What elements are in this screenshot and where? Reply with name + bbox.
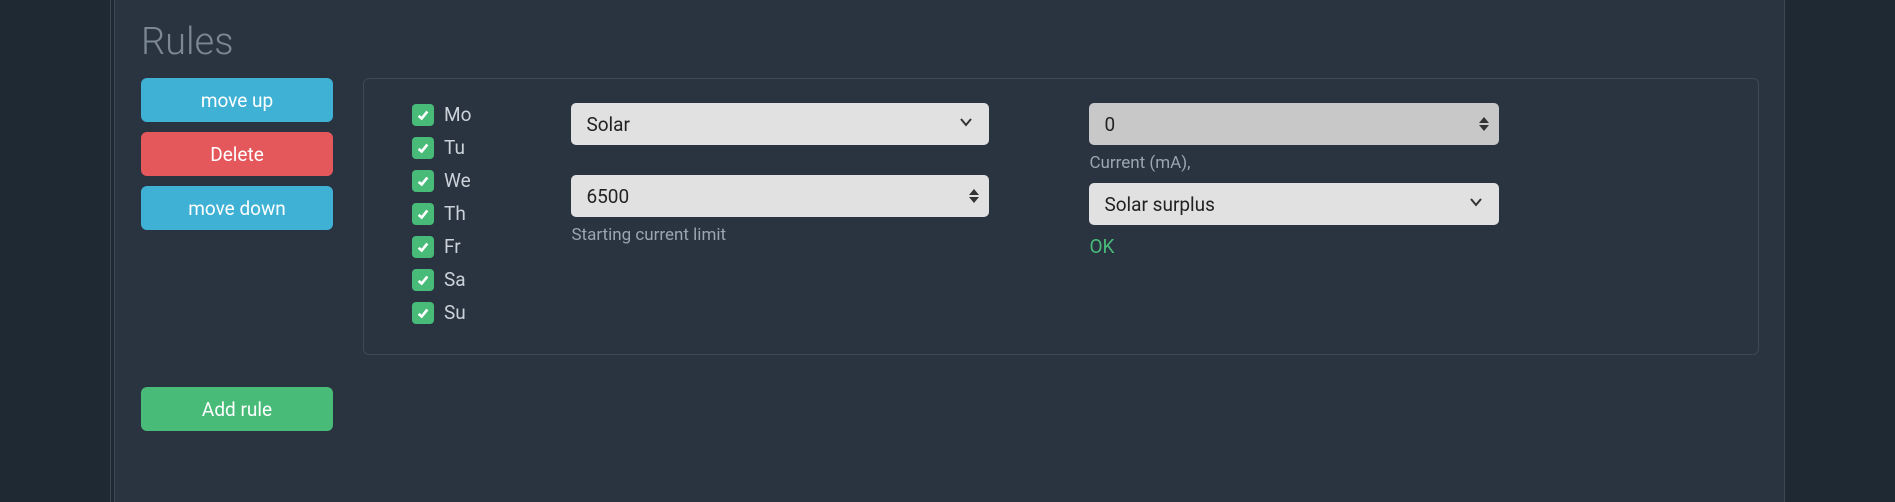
current-value: 0 xyxy=(1104,113,1115,136)
day-label: Mo xyxy=(444,103,471,126)
day-row: Tu xyxy=(412,136,471,159)
surplus-select-value: Solar surplus xyxy=(1104,193,1215,216)
day-row: Sa xyxy=(412,268,471,291)
mode-column: Solar 6500 Starting current limit xyxy=(571,103,989,324)
rule-actions-sidebar: move up Delete move down xyxy=(141,78,333,230)
rule-card: Mo Tu We Th xyxy=(363,78,1759,355)
delete-button[interactable]: Delete xyxy=(141,132,333,176)
chevron-down-icon xyxy=(958,114,974,134)
day-checkbox-tu[interactable] xyxy=(412,137,434,159)
day-row: Su xyxy=(412,301,471,324)
section-title: Rules xyxy=(141,20,1759,64)
surplus-select[interactable]: Solar surplus xyxy=(1089,183,1499,225)
day-label: We xyxy=(444,169,471,192)
day-checkbox-we[interactable] xyxy=(412,170,434,192)
day-row: Mo xyxy=(412,103,471,126)
day-label: Tu xyxy=(444,136,465,159)
current-column: 0 Current (mA), Solar surplus OK xyxy=(1089,103,1499,324)
chevron-down-icon xyxy=(1468,194,1484,214)
day-checkbox-fr[interactable] xyxy=(412,236,434,258)
day-label: Sa xyxy=(444,268,466,291)
mode-select-value: Solar xyxy=(586,113,630,136)
day-row: We xyxy=(412,169,471,192)
current-label: Current (mA), xyxy=(1089,153,1499,173)
starting-current-value: 6500 xyxy=(586,185,629,208)
day-checkbox-su[interactable] xyxy=(412,302,434,324)
add-rule-button[interactable]: Add rule xyxy=(141,387,333,431)
starting-current-label: Starting current limit xyxy=(571,225,989,245)
day-label: Th xyxy=(444,202,466,225)
day-checkbox-th[interactable] xyxy=(412,203,434,225)
mode-select[interactable]: Solar xyxy=(571,103,989,145)
day-row: Th xyxy=(412,202,471,225)
stepper-icon[interactable] xyxy=(969,189,979,204)
move-down-button[interactable]: move down xyxy=(141,186,333,230)
day-row: Fr xyxy=(412,235,471,258)
current-input[interactable]: 0 xyxy=(1089,103,1499,145)
day-checkbox-mo[interactable] xyxy=(412,104,434,126)
starting-current-input[interactable]: 6500 xyxy=(571,175,989,217)
stepper-icon[interactable] xyxy=(1479,117,1489,132)
day-checkbox-sa[interactable] xyxy=(412,269,434,291)
days-column: Mo Tu We Th xyxy=(412,103,471,324)
move-up-button[interactable]: move up xyxy=(141,78,333,122)
day-label: Su xyxy=(444,301,466,324)
day-label: Fr xyxy=(444,235,461,258)
status-text: OK xyxy=(1089,235,1499,258)
